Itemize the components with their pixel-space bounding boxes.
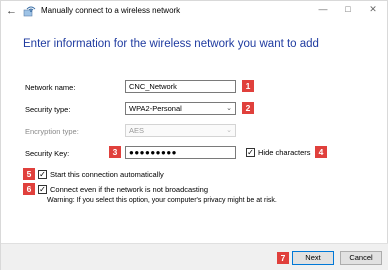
privacy-warning: Warning: If you select this option, your… bbox=[47, 197, 277, 204]
encryption-type-select: AES ⌄ bbox=[125, 124, 236, 137]
chevron-down-icon: ⌄ bbox=[226, 127, 232, 134]
security-type-select[interactable]: WPA2-Personal ⌄ bbox=[125, 102, 236, 115]
start-automatically-checkbox[interactable]: ✓ bbox=[38, 170, 47, 179]
encryption-type-label: Encryption type: bbox=[25, 127, 79, 136]
annotation-badge-5: 5 bbox=[23, 168, 35, 180]
chevron-down-icon: ⌄ bbox=[226, 105, 232, 112]
hide-characters-checkbox[interactable]: ✓ bbox=[246, 148, 255, 157]
page-heading: Enter information for the wireless netwo… bbox=[23, 38, 319, 50]
cancel-button[interactable]: Cancel bbox=[340, 251, 382, 265]
window-title: Manually connect to a wireless network bbox=[41, 6, 181, 15]
wifi-network-icon bbox=[23, 6, 36, 17]
hide-characters-label: Hide characters bbox=[258, 148, 311, 157]
security-key-label: Security Key: bbox=[25, 149, 70, 158]
back-arrow-icon[interactable]: ← bbox=[6, 5, 18, 17]
security-key-input[interactable]: ●●●●●●●●● bbox=[125, 146, 236, 159]
next-button[interactable]: Next bbox=[292, 251, 334, 265]
connect-not-broadcasting-checkbox[interactable]: ✓ bbox=[38, 185, 47, 194]
connect-not-broadcasting-label: Connect even if the network is not broad… bbox=[50, 185, 209, 194]
annotation-badge-4: 4 bbox=[315, 146, 327, 158]
dialog-footer: 7 Next Cancel bbox=[1, 243, 388, 270]
annotation-badge-2: 2 bbox=[242, 102, 254, 114]
encryption-type-value: AES bbox=[129, 126, 145, 135]
annotation-badge-7: 7 bbox=[277, 252, 289, 264]
close-icon[interactable]: ✕ bbox=[364, 2, 382, 16]
maximize-icon[interactable]: □ bbox=[339, 2, 357, 16]
dialog-window: ← Manually connect to a wireless network… bbox=[0, 0, 388, 270]
start-automatically-label: Start this connection automatically bbox=[50, 170, 164, 179]
security-type-value: WPA2-Personal bbox=[129, 104, 182, 113]
security-type-label: Security type: bbox=[25, 105, 71, 114]
annotation-badge-3: 3 bbox=[109, 146, 121, 158]
title-bar: ← Manually connect to a wireless network… bbox=[1, 1, 388, 21]
annotation-badge-1: 1 bbox=[242, 80, 254, 92]
annotation-badge-6: 6 bbox=[23, 183, 35, 195]
network-name-label: Network name: bbox=[25, 83, 76, 92]
network-name-input[interactable]: CNC_Network bbox=[125, 80, 236, 93]
minimize-icon[interactable]: — bbox=[314, 2, 332, 16]
